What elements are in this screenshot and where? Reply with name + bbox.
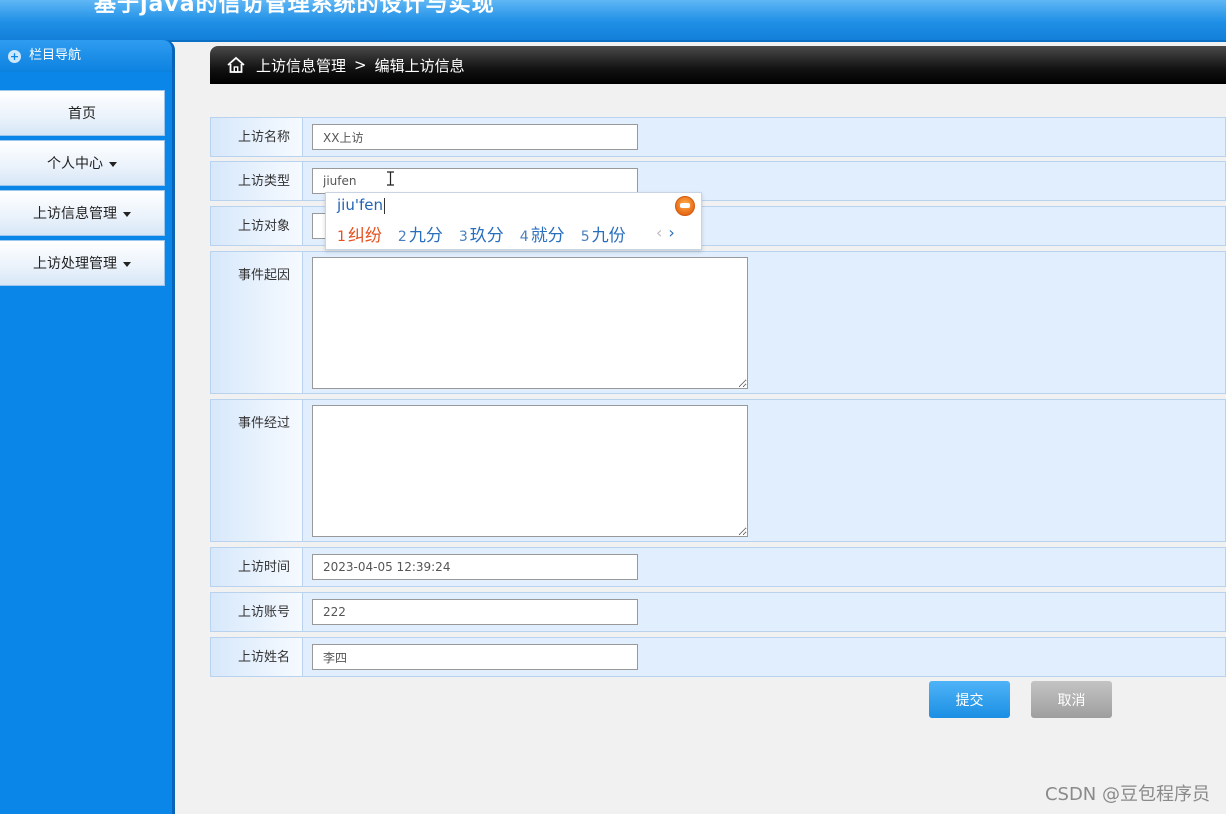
breadcrumb-section[interactable]: 上访信息管理 bbox=[256, 55, 346, 76]
ime-next-page-icon[interactable]: › bbox=[668, 223, 674, 242]
sidebar-item-petition-info[interactable]: 上访信息管理 bbox=[0, 190, 165, 236]
cancel-button[interactable]: 取消 bbox=[1031, 681, 1112, 718]
ime-candidate[interactable]: 3 玖分 bbox=[459, 221, 504, 246]
sidebar-item-label: 上访处理管理 bbox=[33, 256, 117, 272]
sidebar-item-petition-handling[interactable]: 上访处理管理 bbox=[0, 240, 165, 286]
caret-down-icon bbox=[123, 261, 131, 267]
form-row-time: 上访时间 bbox=[210, 547, 1226, 587]
field-label: 上访类型 bbox=[211, 162, 303, 200]
field-label: 上访账号 bbox=[211, 593, 303, 631]
ime-page-arrows: ‹ › bbox=[656, 223, 675, 242]
ime-candidate-number: 4 bbox=[519, 229, 529, 245]
field-label: 事件经过 bbox=[211, 400, 303, 541]
breadcrumb-current: 编辑上访信息 bbox=[374, 56, 465, 75]
ime-logo-icon[interactable] bbox=[675, 196, 695, 216]
ime-candidate[interactable]: 4 就分 bbox=[520, 221, 565, 246]
ime-candidate-number: 1 bbox=[337, 229, 346, 245]
ime-candidate-text: 玖分 bbox=[469, 226, 504, 246]
petition-type-input[interactable] bbox=[312, 168, 638, 194]
form-row-cause: 事件起因 bbox=[210, 251, 1226, 394]
event-cause-textarea[interactable] bbox=[312, 257, 748, 389]
ime-candidate-number: 5 bbox=[580, 229, 590, 245]
home-icon[interactable] bbox=[226, 55, 246, 75]
caret-down-icon bbox=[109, 161, 117, 167]
breadcrumb: 上访信息管理 > 编辑上访信息 bbox=[210, 46, 1226, 84]
app-title: 基于java的信访管理系统的设计与实现 bbox=[94, 0, 495, 17]
sidebar: + 栏目导航 首页 个人中心 上访信息管理 上访处理管理 bbox=[0, 40, 175, 814]
ime-candidate-list: 1 纠纷 2 九分 3 玖分 4 就分 5 九份 bbox=[337, 221, 642, 246]
petition-person-input[interactable] bbox=[312, 644, 638, 670]
sidebar-item-label: 个人中心 bbox=[47, 156, 103, 172]
sidebar-item-label: 首页 bbox=[68, 106, 96, 122]
sidebar-heading: + 栏目导航 bbox=[0, 40, 172, 72]
event-process-textarea[interactable] bbox=[312, 405, 748, 537]
ime-candidate-text: 九份 bbox=[591, 226, 626, 246]
sidebar-item-personal-center[interactable]: 个人中心 bbox=[0, 140, 165, 186]
form-row-name: 上访名称 bbox=[210, 117, 1226, 157]
form-row-process: 事件经过 bbox=[210, 399, 1226, 542]
ime-candidate-text: 纠纷 bbox=[347, 226, 382, 246]
breadcrumb-separator: > bbox=[354, 56, 367, 74]
field-label: 事件起因 bbox=[211, 252, 303, 393]
sidebar-item-home[interactable]: 首页 bbox=[0, 90, 165, 136]
sidebar-item-label: 上访信息管理 bbox=[33, 206, 117, 222]
ime-candidate[interactable]: 2 九分 bbox=[398, 221, 443, 246]
ime-candidate[interactable]: 1 纠纷 bbox=[337, 221, 382, 246]
petition-account-input[interactable] bbox=[312, 599, 638, 625]
petition-time-input[interactable] bbox=[312, 554, 638, 580]
sidebar-heading-label: 栏目导航 bbox=[29, 48, 82, 63]
ime-candidate-number: 2 bbox=[397, 229, 407, 245]
caret-down-icon bbox=[123, 211, 131, 217]
top-banner: 基于java的信访管理系统的设计与实现 bbox=[0, 0, 1226, 42]
form-row-account: 上访账号 bbox=[210, 592, 1226, 632]
form-row-person: 上访姓名 bbox=[210, 637, 1226, 677]
ime-candidate[interactable]: 5 九份 bbox=[581, 221, 626, 246]
ime-prev-page-icon[interactable]: ‹ bbox=[656, 223, 662, 242]
field-label: 上访名称 bbox=[211, 118, 303, 156]
ime-candidate-popup: jiu'fen 1 纠纷 2 九分 3 玖分 4 就分 5 九份 ‹ › bbox=[325, 192, 702, 250]
expand-circle-icon: + bbox=[8, 49, 21, 63]
field-label: 上访对象 bbox=[211, 207, 303, 245]
submit-button[interactable]: 提交 bbox=[929, 681, 1010, 718]
ime-pinyin-composition: jiu'fen bbox=[337, 196, 383, 214]
text-cursor-icon bbox=[387, 171, 394, 186]
ime-candidate-text: 就分 bbox=[530, 226, 565, 246]
field-label: 上访姓名 bbox=[211, 638, 303, 676]
ime-candidate-number: 3 bbox=[458, 229, 468, 245]
ime-candidate-text: 九分 bbox=[408, 226, 443, 246]
field-label: 上访时间 bbox=[211, 548, 303, 586]
watermark: CSDN @豆包程序员 bbox=[1044, 784, 1210, 805]
petition-name-input[interactable] bbox=[312, 124, 638, 150]
